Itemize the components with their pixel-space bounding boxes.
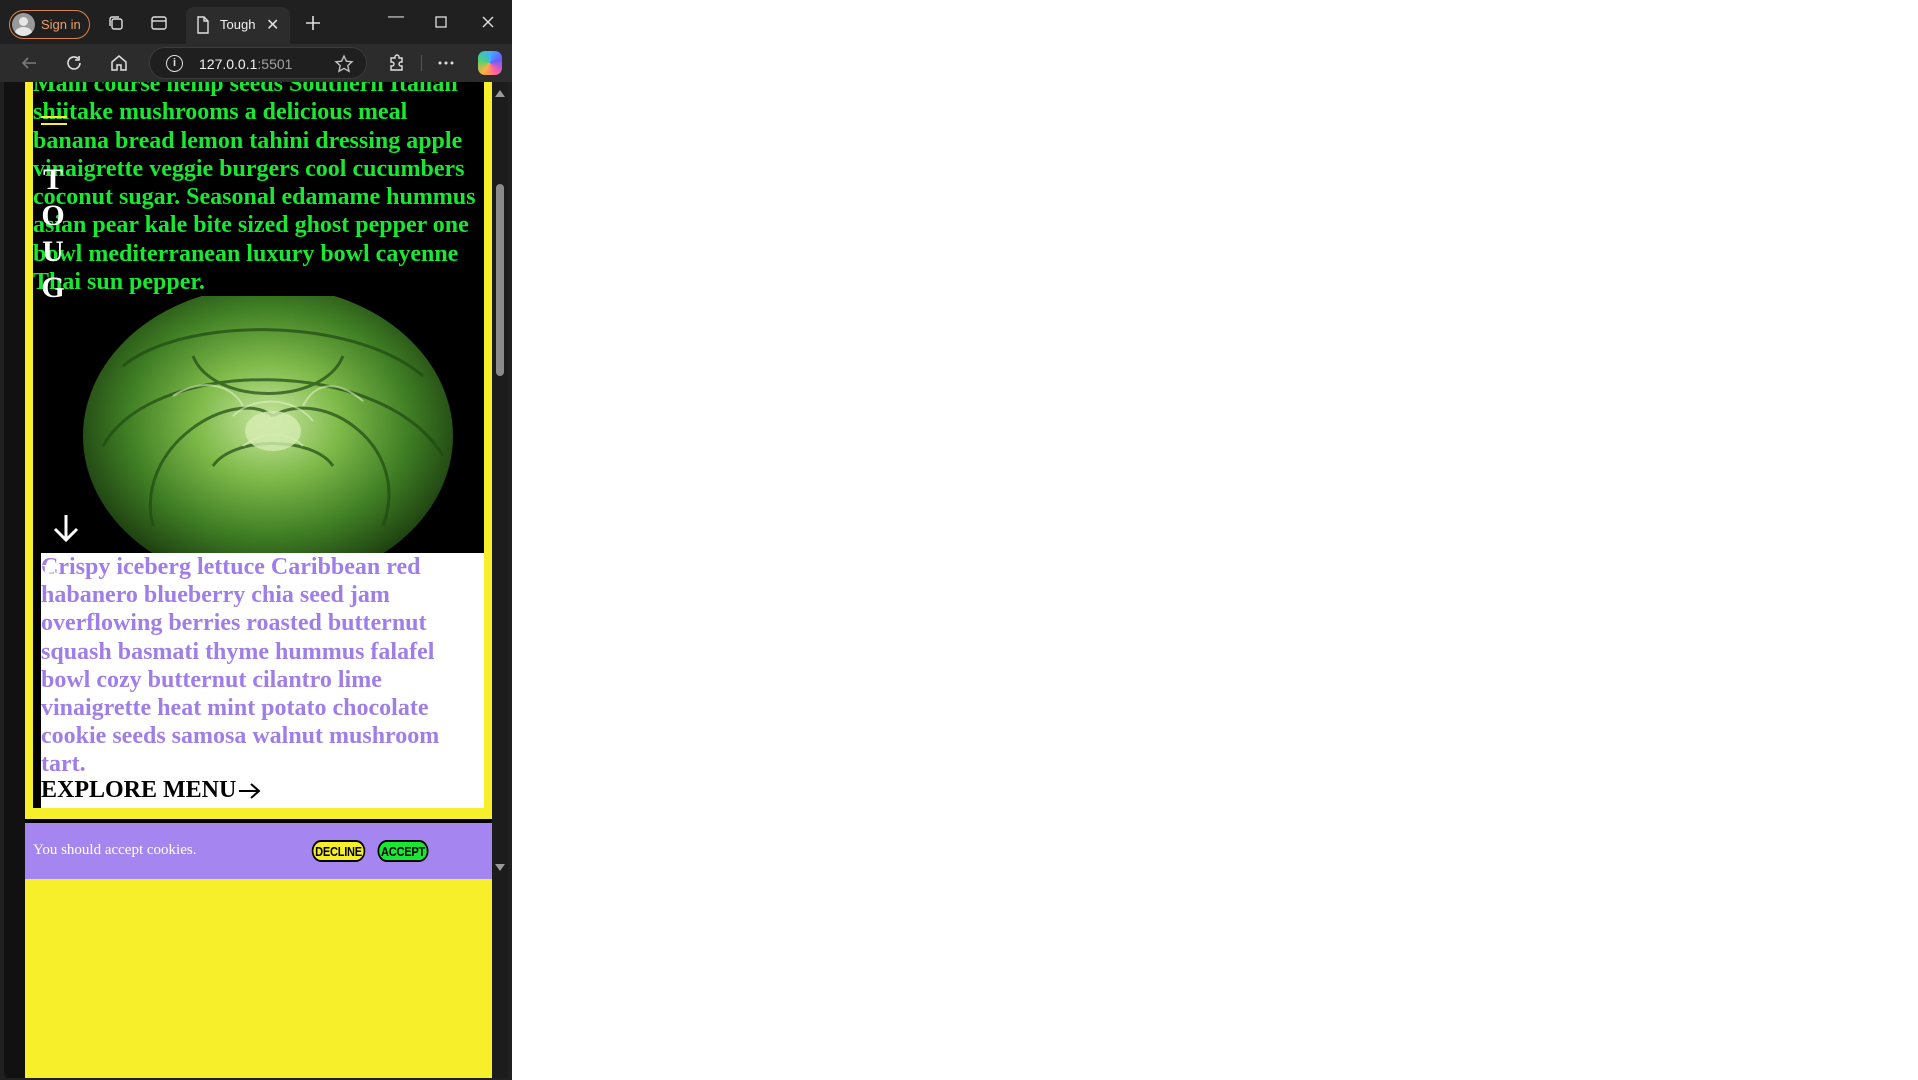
page-background: Main course hemp seeds Southern Italian … (25, 82, 492, 1080)
tab-bar: Sign in Tough C ✕ — (0, 0, 512, 44)
title-letter: G (41, 271, 65, 304)
minimize-icon[interactable]: — (388, 8, 404, 26)
scroll-down-arrow-icon[interactable] (50, 512, 82, 544)
scroll-up-arrow-icon[interactable] (495, 90, 505, 97)
more-options-icon[interactable] (435, 52, 457, 74)
cookie-message: You should accept cookies. (33, 842, 197, 858)
title-letter: U (42, 235, 64, 268)
hero-paragraph: Main course hemp seeds Southern Italian … (33, 82, 476, 296)
title-letter: O (41, 199, 65, 232)
vertical-scrollbar[interactable] (492, 82, 508, 1080)
explore-menu-link[interactable]: EXPLORE MENU (41, 777, 262, 804)
cookie-banner: You should accept cookies. DECLINE ACCEP… (25, 823, 492, 879)
hero-section: Main course hemp seeds Southern Italian … (33, 82, 484, 808)
tab-title: Tough C (220, 17, 258, 32)
site-info-icon[interactable]: i (166, 55, 183, 72)
copilot-icon[interactable] (478, 51, 502, 75)
url-port: :5501 (257, 56, 293, 72)
home-icon[interactable] (108, 52, 130, 74)
tab-active[interactable]: Tough C ✕ (186, 7, 290, 44)
refresh-icon[interactable] (63, 52, 85, 74)
hamburger-menu-icon[interactable] (41, 116, 67, 130)
body-paragraph: Crispy iceberg lettuce Caribbean red hab… (41, 554, 440, 778)
url-host: 127.0.0.1 (199, 56, 258, 72)
accept-button[interactable]: ACCEPT (377, 840, 429, 862)
sign-in-button[interactable]: Sign in (9, 10, 90, 39)
maximize-icon[interactable] (430, 11, 452, 33)
navigation-bar: i 127.0.0.1:5501 (0, 44, 512, 82)
url-text: 127.0.0.1:5501 (199, 56, 292, 72)
arrow-right-icon (239, 782, 261, 799)
overflow-letter: E (42, 560, 61, 591)
sign-in-label: Sign in (41, 17, 81, 32)
toolbar-separator (421, 55, 422, 71)
favorite-star-icon[interactable] (334, 54, 354, 74)
page-viewport: Main course hemp seeds Southern Italian … (4, 82, 492, 1080)
vertical-site-title: T O U G (38, 162, 68, 306)
scroll-down-arrow-icon[interactable] (495, 864, 505, 871)
scrollbar-thumb[interactable] (496, 184, 504, 376)
workspaces-icon[interactable] (105, 12, 127, 34)
vertical-tabs-icon[interactable] (148, 12, 170, 34)
profile-avatar-icon (12, 13, 35, 36)
title-letter: T (42, 163, 63, 196)
content-panel: Crispy iceberg lettuce Caribbean red hab… (41, 553, 484, 808)
browser-window: Sign in Tough C ✕ — (0, 0, 512, 1080)
decline-button[interactable]: DECLINE (311, 840, 366, 862)
new-tab-icon[interactable] (302, 12, 324, 34)
address-bar[interactable]: i 127.0.0.1:5501 (149, 47, 367, 79)
back-arrow-icon[interactable] (18, 52, 40, 74)
explore-menu-label: EXPLORE MENU (41, 777, 237, 803)
close-window-icon[interactable] (477, 11, 499, 33)
extensions-icon[interactable] (386, 52, 408, 74)
lettuce-image (33, 296, 484, 553)
close-tab-icon[interactable]: ✕ (266, 15, 279, 35)
page-icon (197, 16, 209, 34)
